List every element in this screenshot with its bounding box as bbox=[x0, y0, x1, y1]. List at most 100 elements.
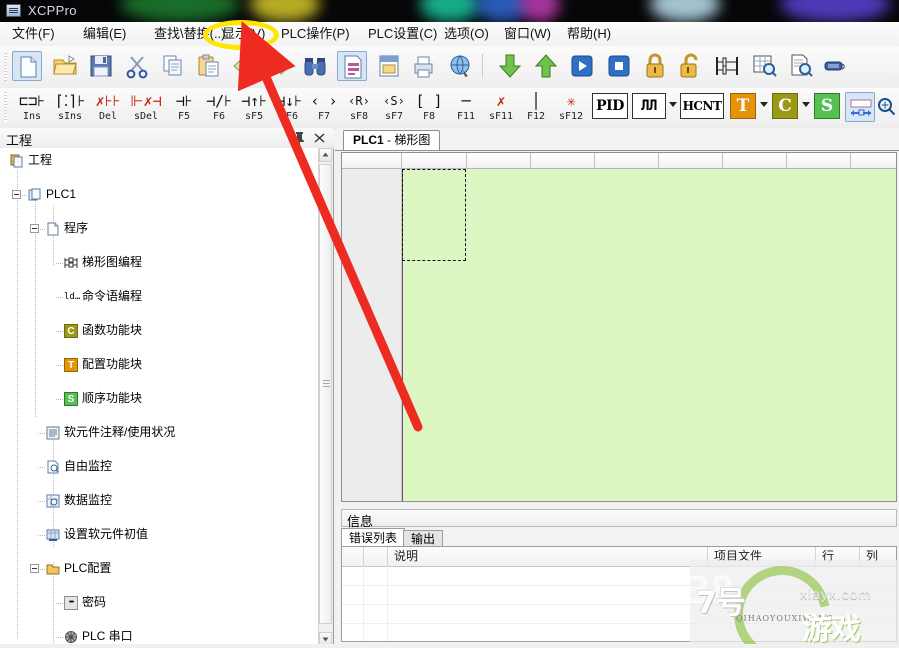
tab-plc1-ladder[interactable]: PLC1 - 梯形图 bbox=[343, 130, 441, 150]
menu-plc-operation[interactable]: PLC操作(P) bbox=[277, 25, 354, 43]
delete-v-line-button[interactable]: ✳ sF12 bbox=[553, 90, 589, 126]
ladder-canvas-wrapper[interactable] bbox=[341, 152, 897, 502]
init-value-icon bbox=[46, 529, 60, 541]
function-block-button[interactable]: [ ] F8 bbox=[411, 90, 447, 126]
coil-reset-button[interactable]: ‹R› sF8 bbox=[341, 90, 377, 126]
delete-h-line-key: sF11 bbox=[488, 111, 514, 122]
contact-nc-button[interactable]: ⊣/⊦ F6 bbox=[201, 90, 237, 126]
vertical-line-button[interactable]: │ F12 bbox=[518, 90, 554, 126]
help-search-button[interactable] bbox=[446, 51, 476, 81]
tree-item-data-monitor[interactable]: 数据监控 bbox=[0, 492, 320, 509]
tree-item-device-comment[interactable]: 软元件注释/使用状况 bbox=[0, 424, 320, 441]
scroll-up-icon[interactable] bbox=[319, 148, 332, 162]
redo-button[interactable] bbox=[264, 51, 294, 81]
horizontal-line-button[interactable]: ─ F11 bbox=[448, 90, 484, 126]
menu-edit[interactable]: 编辑(E) bbox=[79, 25, 130, 43]
pid-button[interactable]: PID bbox=[592, 93, 628, 119]
column-header-description[interactable]: 说明 bbox=[388, 547, 708, 566]
copy-button[interactable] bbox=[158, 51, 188, 81]
tree-expander-minus[interactable] bbox=[12, 190, 21, 199]
pulse-dropdown-icon[interactable] bbox=[669, 102, 677, 107]
insert-row-button[interactable]: ⊏⊐⊦ Ins bbox=[14, 90, 50, 126]
contact-no-button[interactable]: ⊣⊦ F5 bbox=[166, 90, 202, 126]
delete-row-button[interactable]: ✗⊦⊦ Del bbox=[90, 90, 126, 126]
undo-button[interactable] bbox=[230, 51, 260, 81]
open-file-button[interactable] bbox=[50, 51, 80, 81]
doc-monitor-button[interactable] bbox=[786, 51, 816, 81]
menu-plc-settings[interactable]: PLC设置(C) bbox=[364, 25, 441, 43]
tree-item-program[interactable]: 程序 bbox=[0, 220, 320, 237]
project-tree-scrollbar[interactable] bbox=[318, 148, 333, 646]
delete-block-icon: ⊩✗⊣ bbox=[130, 92, 162, 110]
pulse-falling-button[interactable]: ⊣↓⊦ sF6 bbox=[271, 90, 307, 126]
new-file-button[interactable] bbox=[12, 51, 42, 81]
menu-window[interactable]: 窗口(W) bbox=[500, 25, 555, 43]
coil-out-button[interactable]: ‹ › F7 bbox=[306, 90, 342, 126]
pulse-rising-key: sF5 bbox=[244, 111, 264, 122]
tree-item-sequence-block[interactable]: S 顺序功能块 bbox=[0, 390, 320, 407]
stop-plc-button[interactable] bbox=[604, 51, 634, 81]
ladder-cursor-selection[interactable] bbox=[402, 169, 466, 261]
row-width-button[interactable] bbox=[845, 92, 875, 122]
tree-expander-minus[interactable] bbox=[30, 224, 39, 233]
instruction-list-button[interactable] bbox=[374, 51, 404, 81]
zoom-button[interactable] bbox=[874, 92, 898, 122]
comment-view-button[interactable] bbox=[337, 51, 367, 81]
ladder-monitor-button[interactable] bbox=[712, 51, 742, 81]
download-plc-button[interactable] bbox=[495, 51, 525, 81]
column-header-index[interactable] bbox=[364, 547, 388, 566]
find-button[interactable] bbox=[300, 51, 330, 81]
pulse-button[interactable]: ЛЛ bbox=[632, 93, 666, 119]
tree-item-plc-config[interactable]: PLC配置 bbox=[0, 560, 320, 577]
tree-item-free-monitor[interactable]: 自由监控 bbox=[0, 458, 320, 475]
unlock-plc-button[interactable] bbox=[676, 51, 706, 81]
pulse-rising-button[interactable]: ⊣↑⊦ sF5 bbox=[236, 90, 272, 126]
ladder-canvas-surface[interactable] bbox=[402, 169, 896, 501]
tree-item-password[interactable]: ••• 密码 bbox=[0, 594, 320, 611]
lock-plc-button[interactable] bbox=[640, 51, 670, 81]
tree-item-config-block[interactable]: T 配置功能块 bbox=[0, 356, 320, 373]
serial-config-button[interactable] bbox=[820, 51, 850, 81]
tree-item-init-value[interactable]: 设置软元件初值 bbox=[0, 526, 320, 543]
toolbar-grip[interactable] bbox=[4, 53, 7, 81]
scrollbar-thumb[interactable] bbox=[319, 164, 332, 624]
counter-button[interactable]: C bbox=[772, 93, 798, 119]
column-header-icon[interactable] bbox=[342, 547, 364, 566]
data-monitor-button[interactable] bbox=[750, 51, 780, 81]
cut-button[interactable] bbox=[122, 51, 152, 81]
tree-item-ladder-program[interactable]: 梯形图编程 bbox=[0, 254, 320, 271]
tree-item-function-block[interactable]: C 函数功能块 bbox=[0, 322, 320, 339]
print-button[interactable] bbox=[408, 51, 438, 81]
menu-view[interactable]: 显示(V) bbox=[218, 25, 269, 43]
pin-icon[interactable] bbox=[293, 131, 306, 145]
project-tree[interactable]: 工程 PLC1 程序 梯形图编程 ld… 命令语编程 C 函数功能块 T 配置功… bbox=[0, 148, 321, 646]
upload-plc-button[interactable] bbox=[531, 51, 561, 81]
tab-error-list[interactable]: 错误列表 bbox=[341, 528, 406, 547]
save-file-button[interactable] bbox=[86, 51, 116, 81]
run-plc-button[interactable] bbox=[567, 51, 597, 81]
tree-item-plc1[interactable]: PLC1 bbox=[0, 186, 320, 203]
tree-item-project[interactable]: 工程 bbox=[0, 152, 320, 169]
serial-port-icon bbox=[824, 61, 845, 71]
tree-expander-minus[interactable] bbox=[30, 564, 39, 573]
delete-h-line-button[interactable]: ✗ sF11 bbox=[483, 90, 519, 126]
menu-file[interactable]: 文件(F) bbox=[8, 25, 59, 43]
paste-button[interactable] bbox=[194, 51, 224, 81]
menu-help[interactable]: 帮助(H) bbox=[563, 25, 615, 43]
timer-button[interactable]: T bbox=[730, 93, 756, 119]
tab-output[interactable]: 输出 bbox=[403, 530, 444, 547]
timer-dropdown-icon[interactable] bbox=[760, 102, 768, 107]
close-icon[interactable] bbox=[313, 131, 326, 145]
ladder-canvas[interactable] bbox=[402, 169, 896, 501]
sequence-button[interactable]: S bbox=[814, 93, 840, 119]
hcnt-button[interactable]: HCNT bbox=[680, 93, 724, 119]
ladder-toolbar-grip[interactable] bbox=[4, 92, 7, 122]
delete-block-button[interactable]: ⊩✗⊣ sDel bbox=[128, 90, 164, 126]
coil-set-button[interactable]: ‹S› sF7 bbox=[376, 90, 412, 126]
tree-item-plc-serial[interactable]: PLC 串口 bbox=[0, 628, 320, 645]
tree-item-instruction-program[interactable]: ld… 命令语编程 bbox=[0, 288, 320, 305]
counter-dropdown-icon[interactable] bbox=[802, 102, 810, 107]
insert-block-button[interactable]: ⌈⁚⌉⊦ sIns bbox=[52, 90, 88, 126]
menu-options[interactable]: 选项(O) bbox=[440, 25, 493, 43]
ruler-tick bbox=[594, 153, 595, 168]
